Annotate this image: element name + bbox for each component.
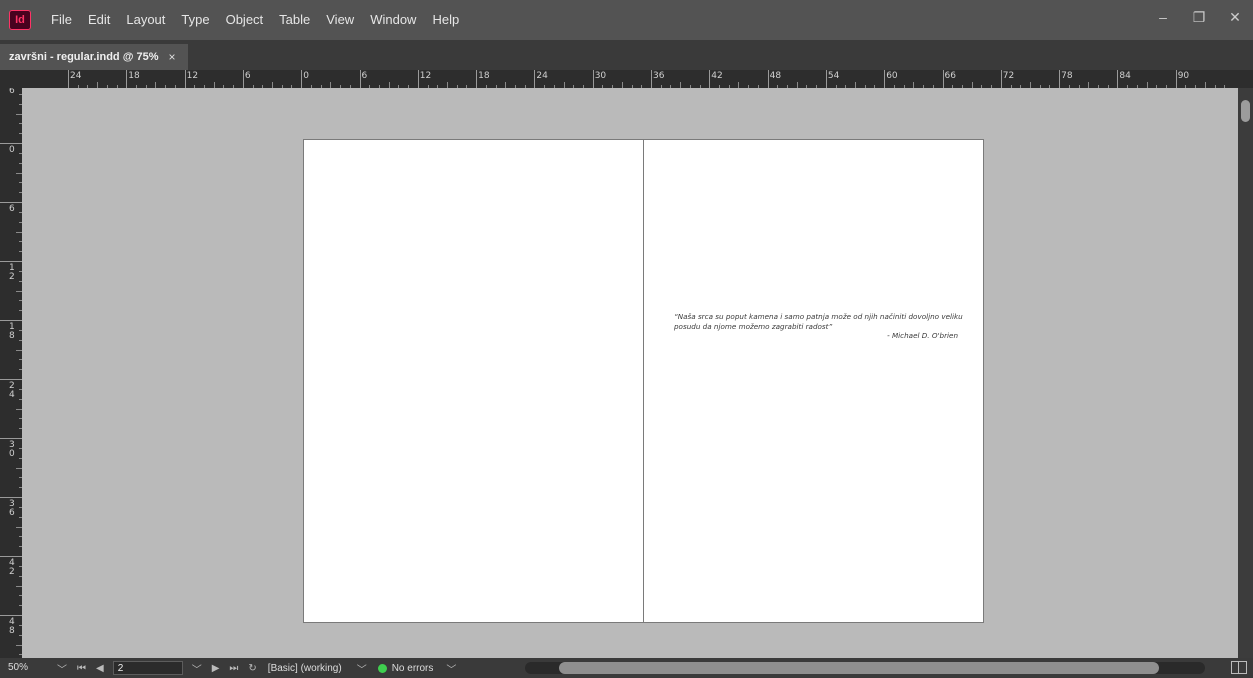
page-right[interactable]: “Naša srca su poput kamena i samo patnja… xyxy=(643,139,984,623)
ruler-label: 6 xyxy=(9,88,15,96)
ruler-label: 24 xyxy=(9,381,15,400)
status-bar: 50% ﹀ ⏮ ◀ 2 ﹀ ▶ ⏭ ↻ [Basic] (working) ﹀ … xyxy=(0,658,1253,678)
zoom-dropdown-icon[interactable]: ﹀ xyxy=(52,661,72,676)
indesign-logo-icon: Id xyxy=(9,10,31,30)
ruler-label: 12 xyxy=(9,263,15,282)
menu-help[interactable]: Help xyxy=(424,0,467,40)
ruler-label: 12 xyxy=(186,71,199,81)
menu-table[interactable]: Table xyxy=(271,0,318,40)
ruler-label: 12 xyxy=(419,71,432,81)
ruler-label: 66 xyxy=(944,71,956,81)
restore-button[interactable]: ❐ xyxy=(1181,3,1217,31)
horizontal-ruler[interactable]: 24 18 12 6 0 6 12 18 24 30 36 42 48 54 60 66 72 78 84 90 xyxy=(22,70,1253,88)
ruler-label: 48 xyxy=(9,617,15,636)
close-window-button[interactable]: ✕ xyxy=(1217,3,1253,31)
preflight-status-label: No errors xyxy=(391,662,434,674)
first-page-icon[interactable]: ⏮ xyxy=(72,663,91,674)
ruler-mark xyxy=(0,497,22,498)
quote-text-frame[interactable]: “Naša srca su poput kamena i samo patnja… xyxy=(674,312,964,341)
ruler-label: 6 xyxy=(244,71,251,81)
pasteboard[interactable]: “Naša srca su poput kamena i samo patnja… xyxy=(22,88,1238,658)
page-left[interactable] xyxy=(303,139,644,623)
window-controls: – ❐ ✕ xyxy=(1145,0,1253,34)
vertical-ruler[interactable]: 6 0 6 12 18 24 30 36 42 48 xyxy=(0,88,22,658)
zoom-level-field[interactable]: 50% xyxy=(0,660,52,676)
ruler-label: 42 xyxy=(9,558,15,577)
ruler-label: 18 xyxy=(478,71,490,81)
menu-type[interactable]: Type xyxy=(173,0,217,40)
ruler-mark xyxy=(0,202,22,203)
ruler-mark xyxy=(0,320,22,321)
quote-text: “Naša srca su poput kamena i samo patnja… xyxy=(674,312,963,331)
ruler-label: 84 xyxy=(1119,71,1131,81)
menu-bar: Id File Edit Layout Type Object Table View Wind… xyxy=(0,0,1253,40)
menu-window[interactable]: Window xyxy=(362,0,424,40)
open-page-icon[interactable]: ↻ xyxy=(243,663,261,674)
ruler-mark xyxy=(0,615,22,616)
menu-edit[interactable]: Edit xyxy=(80,0,118,40)
next-page-icon[interactable]: ▶ xyxy=(207,663,225,674)
ruler-label: 0 xyxy=(303,71,309,81)
ruler-label: 6 xyxy=(9,204,15,214)
ruler-label: 36 xyxy=(653,71,665,81)
ruler-label: 78 xyxy=(1061,71,1073,81)
page-dropdown-icon[interactable]: ﹀ xyxy=(187,661,207,676)
ruler-label: 72 xyxy=(1002,71,1015,81)
ruler-mark xyxy=(0,143,22,144)
page-number-field[interactable]: 2 xyxy=(112,661,183,675)
ruler-label: 30 xyxy=(9,440,15,459)
ruler-label: 36 xyxy=(9,499,15,518)
ruler-label: 48 xyxy=(769,71,782,81)
ruler-label: 60 xyxy=(886,71,898,81)
ruler-mark xyxy=(0,438,22,439)
menu-file[interactable]: File xyxy=(43,0,80,40)
ruler-mark xyxy=(0,379,22,380)
document-tab-bar: završni - regular.indd @ 75% × xyxy=(0,40,1253,70)
ruler-origin[interactable] xyxy=(0,70,22,88)
vertical-scroll-thumb[interactable] xyxy=(1241,100,1250,122)
ruler-label: 0 xyxy=(9,145,15,155)
screen-mode-icon[interactable] xyxy=(1231,661,1247,674)
ruler-label: 18 xyxy=(9,322,15,341)
menu-object[interactable]: Object xyxy=(218,0,272,40)
profile-dropdown-icon[interactable]: ﹀ xyxy=(352,661,372,676)
preflight-status[interactable]: No errors xyxy=(377,662,434,674)
ruler-label: 18 xyxy=(128,71,140,81)
horizontal-scroll-thumb[interactable] xyxy=(559,662,1159,674)
ruler-label: 90 xyxy=(1177,71,1190,81)
ruler-mark xyxy=(0,556,22,557)
ruler-mark xyxy=(0,261,22,262)
preflight-ok-icon xyxy=(377,663,387,673)
document-tab[interactable]: završni - regular.indd @ 75% × xyxy=(0,44,188,70)
ruler-label: 6 xyxy=(361,71,368,81)
horizontal-scrollbar[interactable] xyxy=(525,662,1205,674)
close-tab-icon[interactable]: × xyxy=(169,50,176,64)
menu-view[interactable]: View xyxy=(318,0,362,40)
ruler-label: 54 xyxy=(827,71,840,81)
ruler-label: 30 xyxy=(594,71,607,81)
vertical-scrollbar[interactable] xyxy=(1238,88,1253,658)
quote-author: - Michael D. O'brien xyxy=(887,331,958,341)
minimize-button[interactable]: – xyxy=(1145,3,1181,31)
ruler-label: 42 xyxy=(711,71,723,81)
ruler-label: 24 xyxy=(70,71,82,81)
ruler-label: 24 xyxy=(536,71,548,81)
menu-items: File Edit Layout Type Object Table View Window H… xyxy=(43,0,467,40)
last-page-icon[interactable]: ⏭ xyxy=(224,663,243,674)
preflight-dropdown-icon[interactable]: ﹀ xyxy=(441,661,461,676)
menu-layout[interactable]: Layout xyxy=(118,0,173,40)
previous-page-icon[interactable]: ◀ xyxy=(91,663,109,674)
preflight-profile[interactable]: [Basic] (working) xyxy=(268,663,342,674)
document-tab-title: završni - regular.indd @ 75% xyxy=(9,51,159,63)
